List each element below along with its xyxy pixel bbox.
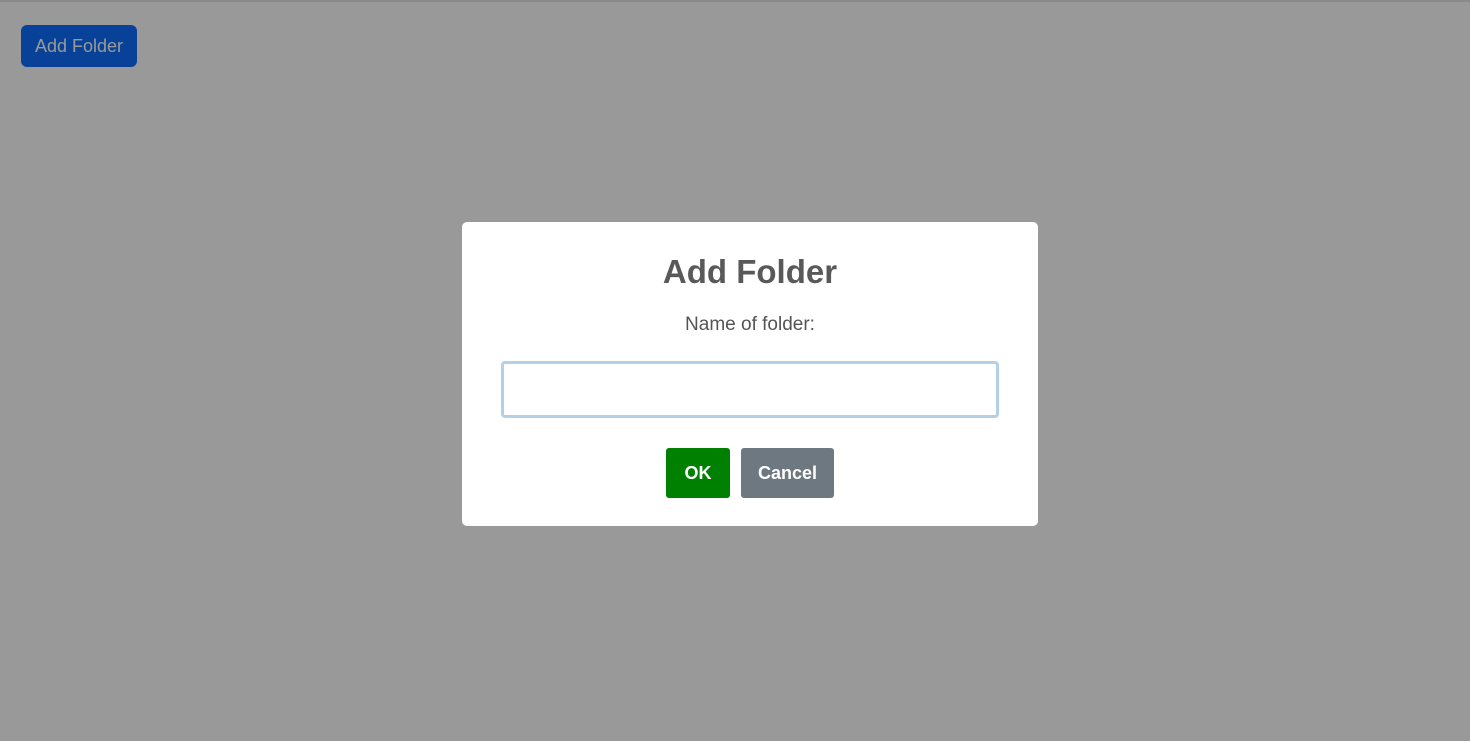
- page: Add Folder Add Folder Name of folder: OK…: [0, 0, 1470, 741]
- ok-button[interactable]: OK: [666, 448, 730, 498]
- cancel-button[interactable]: Cancel: [741, 448, 834, 498]
- dialog-title: Add Folder: [662, 253, 838, 290]
- add-folder-dialog: Add Folder Name of folder: OK Cancel: [462, 222, 1038, 526]
- folder-name-label: Name of folder:: [685, 314, 815, 335]
- folder-name-input[interactable]: [501, 361, 999, 418]
